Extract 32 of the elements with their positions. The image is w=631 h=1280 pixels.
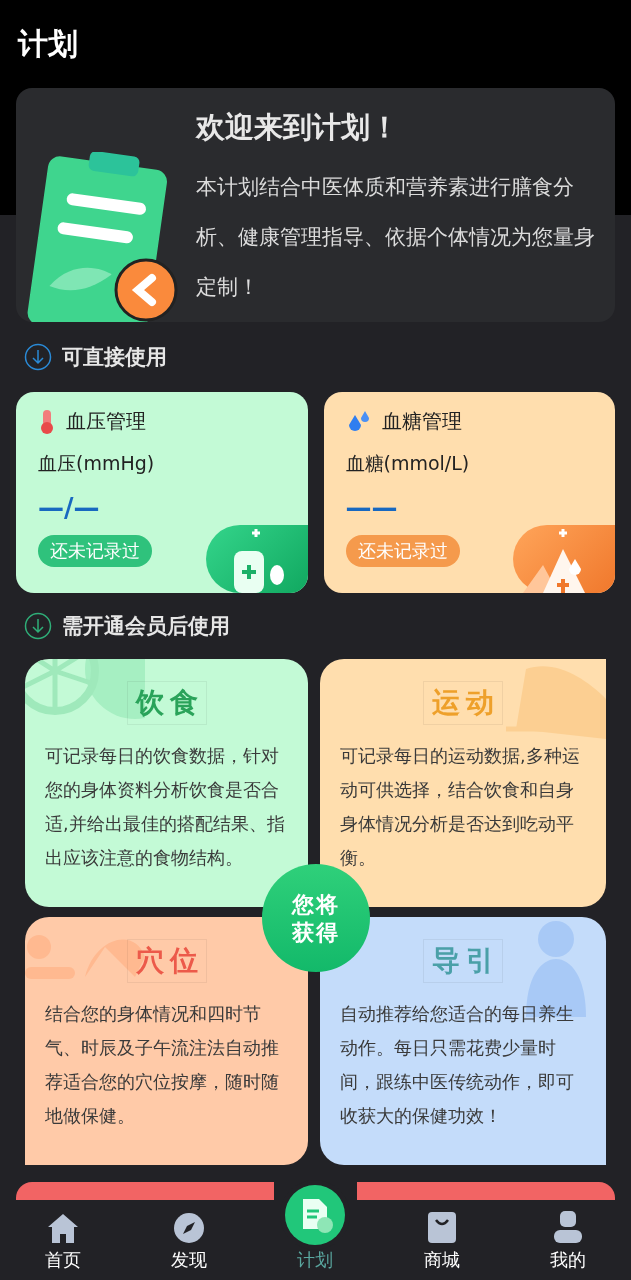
- nav-tab[interactable]: 商城: [423, 1210, 460, 1280]
- tracker-card[interactable]: 血糖管理 血糖(mmol/L) —— 还未记录过: [323, 392, 615, 593]
- welcome-text: 本计划结合中医体质和营养素进行膳食分析、健康管理指导、依据个体情况为您量身定制！: [196, 174, 596, 301]
- nav-tab[interactable]: 我的: [549, 1210, 586, 1280]
- unit-label: 血糖(mmol/L): [345, 451, 471, 476]
- section-title: 可直接使用: [62, 344, 167, 371]
- shopping-bag-icon: [426, 1210, 457, 1244]
- reading-value: ——: [345, 493, 399, 523]
- feature-title: 导引: [423, 939, 503, 983]
- feature-title: 运动: [423, 681, 503, 725]
- reading-value: —/—: [38, 493, 101, 523]
- nav-tab[interactable]: 首页: [45, 1212, 82, 1280]
- section-title: 需开通会员后使用: [62, 613, 230, 640]
- feature-title: 穴位: [126, 939, 207, 983]
- plan-document-icon: [285, 1185, 346, 1245]
- thermometer-icon: [38, 408, 56, 435]
- status-tag: 还未记录过: [38, 535, 152, 567]
- welcome-title: 欢迎来到计划！: [196, 109, 400, 146]
- status-tag: 还未记录过: [345, 535, 460, 567]
- feature-description: 结合您的身体情况和四时节气、时辰及子午流注法自动推荐适合您的穴位按摩，随时随地做保健。: [45, 1003, 280, 1128]
- unit-label: 血压(mmHg): [38, 451, 156, 476]
- tracker-card[interactable]: 血压管理 血压(mmHg) —/— 还未记录过: [16, 392, 308, 593]
- feature-description: 自动推荐给您适合的每日养生动作。每日只需花费少量时间，跟练中医传统动作，即可收获大的保健功效！: [340, 1003, 575, 1128]
- tracker-title: 血糖管理: [381, 408, 462, 435]
- compass-icon: [173, 1212, 206, 1244]
- tracker-title: 血压管理: [66, 408, 146, 435]
- nav-tab[interactable]: 发现: [171, 1212, 208, 1280]
- feature-description: 可记录每日的运动数据,多种运动可供选择，结合饮食和自身身体情况分析是否达到吃动平衡。: [340, 745, 581, 870]
- person-icon: [552, 1210, 583, 1244]
- feature-title: 饮食: [126, 681, 207, 725]
- page-title: 计划: [18, 24, 78, 63]
- feature-description: 可记录每日的饮食数据，针对您的身体资料分析饮食是否合适,并给出最佳的搭配结果、指出应该注意的食物结构。: [45, 745, 286, 870]
